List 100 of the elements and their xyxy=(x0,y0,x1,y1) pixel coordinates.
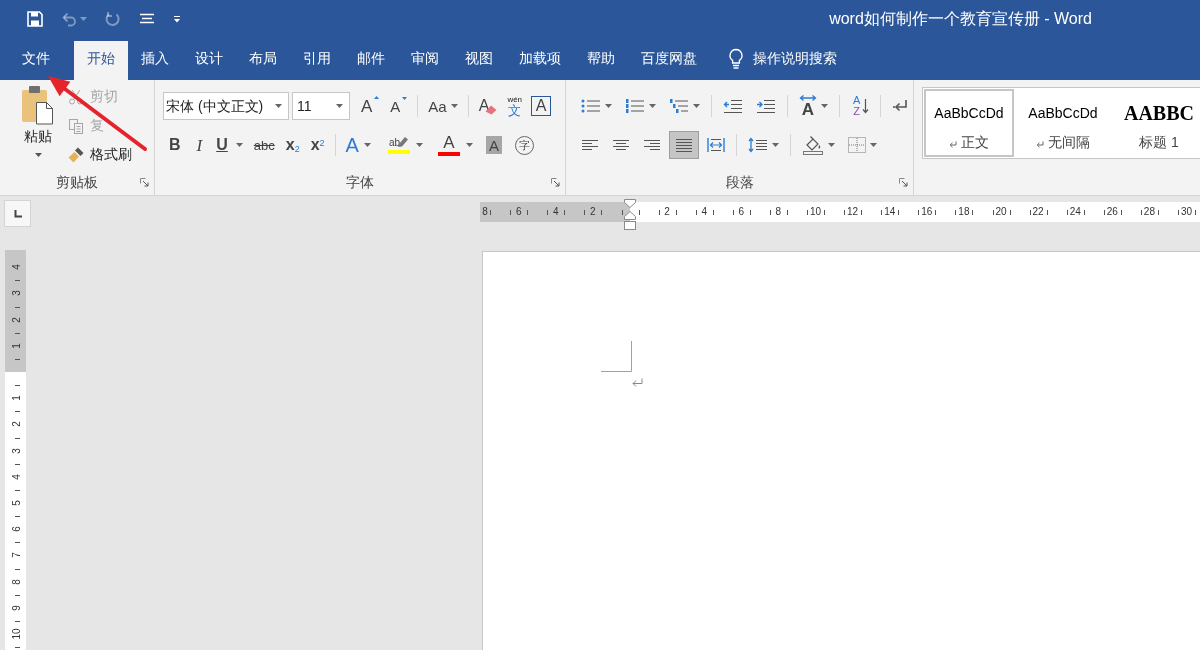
ribbon-tab[interactable]: 邮件 xyxy=(344,41,398,80)
ruler-tick xyxy=(15,490,20,491)
group-label: 字体 xyxy=(346,173,374,192)
tell-me-button[interactable]: 操作说明搜索 xyxy=(728,41,837,80)
caret-icon[interactable] xyxy=(693,104,700,108)
ribbon-tab[interactable]: 开始 xyxy=(74,41,128,80)
ribbon-tab[interactable]: 设计 xyxy=(182,41,236,80)
ribbon-tab[interactable]: 引用 xyxy=(290,41,344,80)
indent-marker-icon[interactable] xyxy=(624,199,636,230)
ribbon-tab[interactable]: 百度网盘 xyxy=(628,41,710,80)
dialog-launcher-icon[interactable] xyxy=(899,178,908,187)
ribbon-tab[interactable]: 插入 xyxy=(128,41,182,80)
ribbon-tab[interactable]: 文件 xyxy=(9,41,63,80)
align-center-icon xyxy=(612,137,630,153)
ruler-tick xyxy=(696,210,697,215)
circular-arrow-icon xyxy=(105,11,121,27)
superscript-button[interactable]: x$^{2}$ xyxy=(306,132,329,158)
group-label: 段落 xyxy=(725,173,754,192)
bullet-list-icon xyxy=(581,98,601,114)
ruler-number: 5 xyxy=(12,500,22,506)
ruler-number: 3 xyxy=(12,447,22,454)
style-item[interactable]: AaBbCcDd 无间隔 xyxy=(1016,89,1110,157)
font-name-field[interactable]: 宋体 (中文正文) xyxy=(163,92,289,120)
text-effects-button[interactable]: A xyxy=(341,132,375,158)
caret-icon[interactable] xyxy=(450,104,458,108)
ruler-tick xyxy=(15,464,20,465)
format-painter-button[interactable]: 格式刷 xyxy=(68,140,132,169)
paste-button[interactable]: 粘贴 xyxy=(16,85,60,157)
ribbon-tab[interactable]: 加载项 xyxy=(506,41,574,80)
ruler-number: 30 xyxy=(1180,207,1193,217)
strikethrough-button[interactable]: abc xyxy=(249,132,279,158)
ruler-tick xyxy=(1067,210,1068,215)
font-color-button[interactable]: A xyxy=(433,132,477,158)
ruler-tick xyxy=(676,210,677,215)
italic-button[interactable]: I xyxy=(189,132,210,158)
sort-button[interactable]: A Z xyxy=(848,93,875,119)
ruler-tick xyxy=(770,210,771,215)
font-size-field[interactable]: 11 xyxy=(292,92,350,120)
caret-icon[interactable] xyxy=(34,153,42,157)
paragraph-mark-icon xyxy=(631,378,643,388)
subscript-button[interactable]: x$_{2}$ xyxy=(281,132,304,158)
caret-icon[interactable] xyxy=(465,143,473,147)
style-item[interactable]: AABBC 标题 1 xyxy=(1112,89,1200,157)
ruler-number: 14 xyxy=(884,207,896,217)
ruler-number: 10 xyxy=(809,207,822,217)
caret-icon[interactable] xyxy=(363,143,371,147)
ribbon-tab[interactable]: 布局 xyxy=(236,41,290,80)
ribbon-tab[interactable]: 帮助 xyxy=(574,41,628,80)
style-preview: AABBC xyxy=(1124,102,1194,124)
style-item[interactable]: AaBbCcDd 正文 xyxy=(924,89,1014,157)
highlight-button[interactable]: ab xyxy=(383,132,427,158)
save-button[interactable] xyxy=(24,8,46,30)
caret-icon[interactable] xyxy=(870,143,877,147)
caret-icon[interactable] xyxy=(235,143,243,147)
ruler-tick xyxy=(1084,210,1085,215)
phonetic-guide-button[interactable]: wén 文 xyxy=(504,93,526,119)
character-border-button[interactable]: A xyxy=(531,96,552,116)
caret-icon[interactable] xyxy=(649,104,656,108)
justify-button[interactable] xyxy=(669,131,699,159)
ruler-tick xyxy=(1195,210,1196,215)
bold-button[interactable]: B xyxy=(163,132,187,158)
ruler-tick xyxy=(1010,210,1011,215)
ruler-tick xyxy=(807,210,808,215)
ribbon-tab[interactable]: 视图 xyxy=(452,41,506,80)
ruler-number: 7 xyxy=(12,552,22,559)
caret-icon[interactable] xyxy=(415,143,423,147)
caret-icon[interactable] xyxy=(336,104,343,108)
ruler-tick xyxy=(713,210,714,215)
ruler-tick xyxy=(15,280,20,281)
left-tab-icon xyxy=(13,209,22,218)
ruler-tick xyxy=(15,438,20,439)
ruler-tick xyxy=(547,210,548,215)
ruler-tick xyxy=(15,542,20,543)
caret-icon[interactable] xyxy=(605,104,612,108)
character-shading-button[interactable]: A xyxy=(485,136,502,154)
dialog-launcher-icon[interactable] xyxy=(140,178,149,187)
ruler-tick xyxy=(1121,210,1122,215)
ruler-number: 10 xyxy=(12,628,22,640)
ruler-tick xyxy=(659,210,660,215)
caret-icon[interactable] xyxy=(275,104,282,108)
change-case-button[interactable]: Aa xyxy=(424,93,462,119)
shrink-font-button[interactable]: A xyxy=(386,93,412,119)
ribbon-tab[interactable]: 审阅 xyxy=(398,41,452,80)
caret-icon[interactable] xyxy=(828,143,835,147)
ruler-tick xyxy=(584,210,585,215)
ruler-tick xyxy=(564,210,565,215)
ruler-tick xyxy=(601,210,602,215)
ruler-number: 2 xyxy=(664,207,670,217)
ruler-tick xyxy=(15,385,20,386)
ruler-number: 8 xyxy=(482,207,488,217)
underline-button[interactable]: U xyxy=(212,132,247,158)
ruler-number: 6 xyxy=(12,526,22,532)
numbered-list-icon xyxy=(625,98,645,114)
grow-font-button[interactable]: A xyxy=(357,93,384,119)
dialog-launcher-icon[interactable] xyxy=(551,178,560,187)
ruler-tick xyxy=(15,569,20,570)
caret-icon[interactable] xyxy=(772,143,779,147)
caret-icon[interactable] xyxy=(821,104,828,108)
asian-layout-button[interactable]: A xyxy=(794,93,833,119)
ruler-tick xyxy=(1141,210,1142,215)
